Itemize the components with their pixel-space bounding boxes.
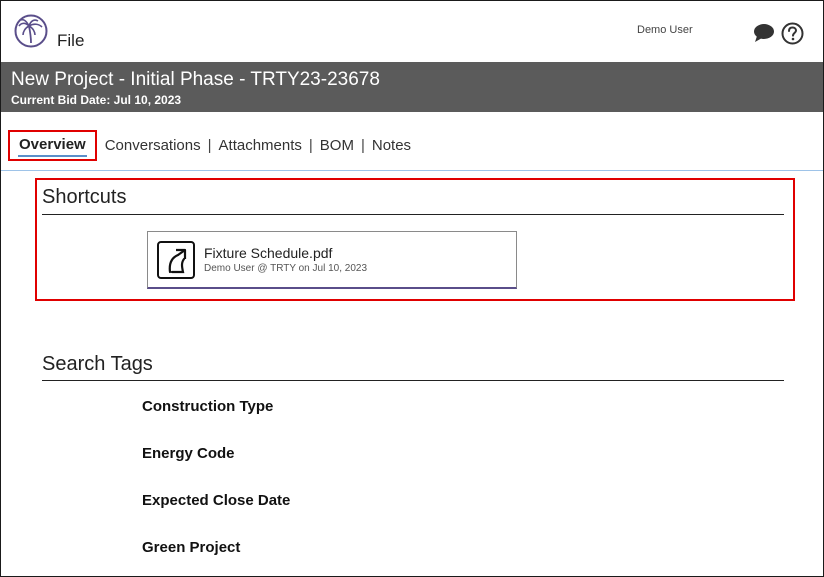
tag-green-project: Green Project: [142, 539, 241, 556]
tab-bar: Overview Conversations | Attachments | B…: [8, 128, 413, 162]
shortcut-file-name: Fixture Schedule.pdf: [204, 245, 333, 261]
help-circle-icon[interactable]: [781, 22, 804, 45]
tag-energy-code: Energy Code: [142, 445, 235, 462]
shortcut-meta: Demo User @ TRTY on Jul 10, 2023: [204, 263, 368, 274]
shortcut-card[interactable]: Fixture Schedule.pdf Demo User @ TRTY on…: [147, 231, 517, 289]
tag-expected-close-date: Expected Close Date: [142, 492, 291, 509]
tab-label: Overview: [19, 135, 86, 153]
app-title: File: [57, 31, 85, 50]
tab-separator: |: [308, 136, 313, 154]
tab-separator: |: [360, 136, 365, 154]
tab-separator: |: [207, 136, 212, 154]
chat-bubble-icon[interactable]: [753, 23, 775, 43]
tab-attachments[interactable]: Attachments: [217, 137, 304, 154]
search-tags-divider: [42, 380, 784, 381]
tab-bom[interactable]: BOM: [318, 137, 356, 154]
tab-bar-divider: [1, 170, 823, 171]
search-tags-heading: Search Tags: [42, 353, 153, 375]
project-title: New Project - Initial Phase - TRTY23-236…: [11, 69, 380, 90]
user-name[interactable]: Demo User: [637, 24, 693, 36]
project-header-bar: New Project - Initial Phase - TRTY23-236…: [1, 62, 823, 112]
shortcuts-divider: [42, 214, 784, 215]
active-tab-underline: [18, 154, 87, 157]
shortcuts-heading: Shortcuts: [42, 186, 127, 208]
tab-conversations[interactable]: Conversations: [103, 137, 203, 154]
bid-date: Current Bid Date: Jul 10, 2023: [11, 93, 182, 107]
tab-notes[interactable]: Notes: [370, 137, 413, 154]
tab-overview[interactable]: Overview: [8, 129, 97, 161]
tag-construction-type: Construction Type: [142, 398, 274, 415]
shortcut-arrow-icon: [157, 241, 195, 279]
palm-tree-logo-icon[interactable]: [14, 14, 48, 48]
